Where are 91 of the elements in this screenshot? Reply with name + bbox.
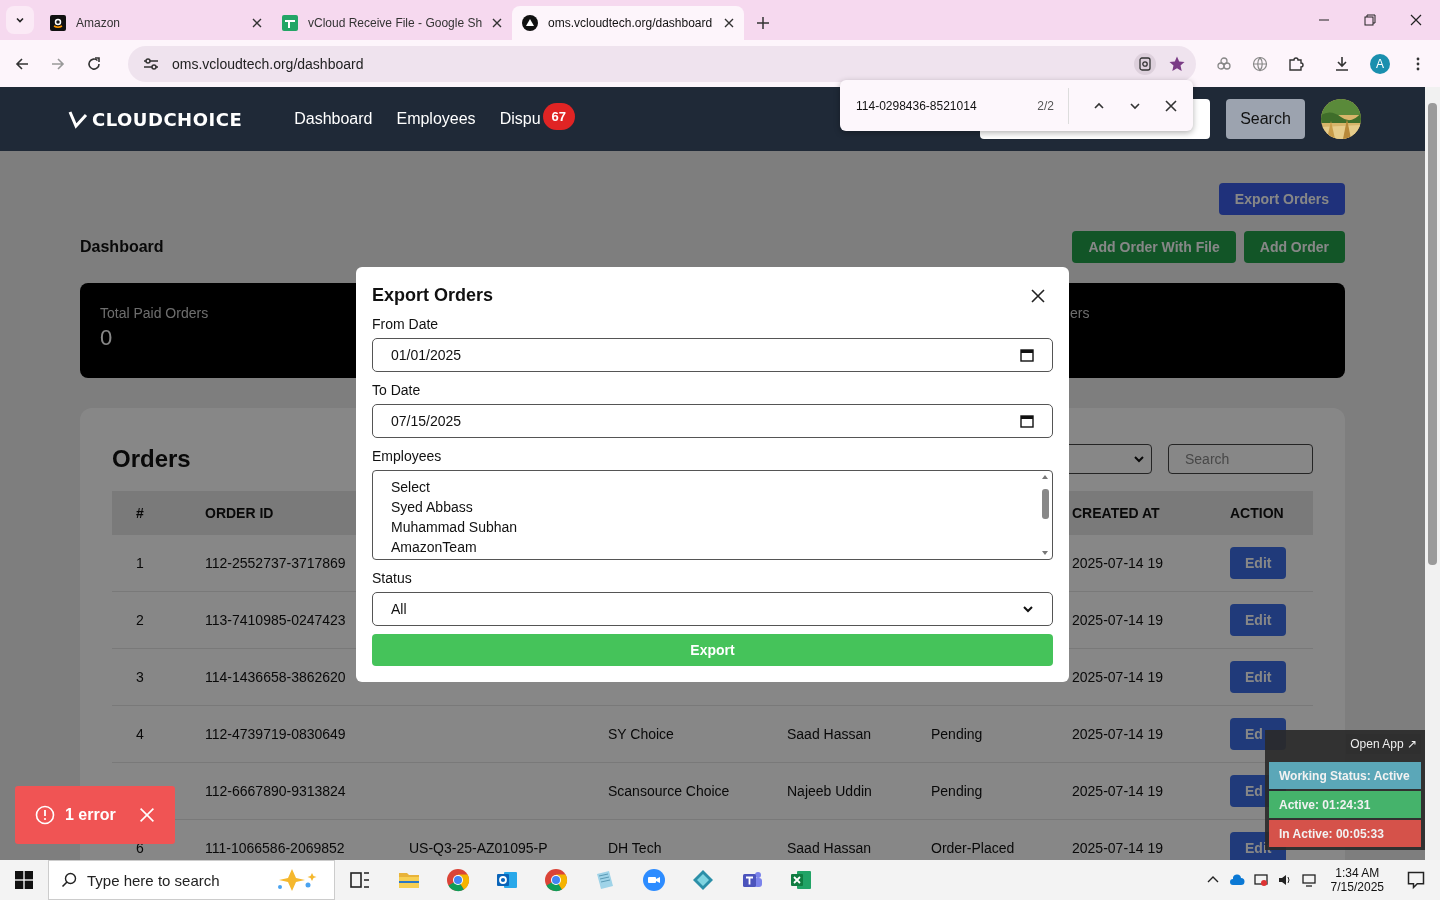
volume-icon[interactable] [1276,872,1293,888]
new-tab-icon[interactable] [756,16,771,30]
list-option[interactable]: Select [391,477,1040,497]
video-app-icon[interactable] [641,868,666,892]
chrome-icon[interactable] [445,868,470,892]
close-icon[interactable] [724,18,735,28]
search-button[interactable]: Search [1226,99,1305,139]
dialog-title: Export Orders [372,285,494,306]
date-field[interactable]: 01/01/2025 [372,338,1053,372]
puzzle-icon[interactable] [1288,55,1305,72]
toast-message: 1 error [65,806,117,824]
table-cell: Saad Hassan [763,706,907,763]
calendar-icon[interactable] [1020,348,1034,362]
table-cell: 2025-07-14 19 [1048,706,1206,763]
network-icon[interactable] [1252,872,1269,888]
clock-date[interactable]: 7/15/2025 [1330,880,1384,894]
table-cell: Scansource Choice [584,763,763,820]
nav-link[interactable]: Dashboard [294,110,373,128]
close-icon[interactable] [252,18,262,28]
amazon-tab-icon [50,15,66,31]
download-icon[interactable] [1334,55,1351,72]
scroll-down-icon[interactable] [1040,549,1050,557]
status-bar: In Active: 00:05:33 [1269,820,1421,847]
search-icon [61,872,77,888]
list-option[interactable]: AmazonTeam [391,537,1040,557]
status-bar: Active: 01:24:31 [1269,791,1421,818]
table-cell: 112-6667890-9313824 [181,763,385,820]
extension-icon[interactable] [1216,55,1233,72]
start-icon[interactable] [15,871,33,889]
taskbar-search-field[interactable]: Type here to search [48,860,335,900]
status-bar: Working Status: Active [1269,762,1421,789]
display-icon[interactable] [1300,872,1317,888]
clock-time[interactable]: 1:34 AM [1335,866,1380,880]
close-icon[interactable] [1165,99,1177,112]
triangle-tab-icon [522,15,539,31]
reload-icon[interactable] [86,55,102,72]
list-option[interactable]: Muhammad Subhan [391,517,1040,537]
section-title: Orders [112,445,191,473]
table-cell: 1 [112,535,181,592]
table-cell: 112-4739719-0830649 [181,706,385,763]
table-cell: 3 [112,649,181,706]
table-cell: 2 [112,592,181,649]
address-bar[interactable]: oms.vcloudtech.org/dashboard [128,45,1197,82]
browser-tab[interactable]: vCloud Receive File - Google Sh [272,6,513,40]
table-cell: 4 [112,706,181,763]
notifications-icon[interactable] [1406,870,1426,890]
stat-label: ers [1070,305,1091,321]
match-count: 2/2 [1037,87,1069,124]
chrome-icon[interactable] [543,868,568,892]
nav-link[interactable]: Employees [396,110,476,128]
column-header: # [112,491,181,535]
globe-icon[interactable] [1252,55,1269,72]
spreadsheet-tab-icon [282,15,298,31]
close-icon[interactable] [1031,288,1045,303]
count-badge: 67 [542,102,575,130]
browser-tab[interactable]: Amazon [40,6,272,40]
table-cell: SY Choice [584,706,763,763]
column-header: ACTION [1206,491,1313,535]
forward-icon[interactable] [50,55,66,72]
close-icon[interactable] [492,18,503,28]
page-title: Dashboard [80,238,164,256]
restore-icon[interactable] [1364,14,1376,26]
caret-icon[interactable] [15,15,25,25]
stat-value: 0 [100,325,114,351]
stat-label: Total Paid Orders [100,305,209,321]
cloud-icon[interactable] [1228,872,1245,888]
table-cell: Pending [907,706,1048,763]
field-label: From Date [372,316,440,332]
status-select[interactable]: All [372,592,1053,626]
caret-icon[interactable] [1022,603,1034,615]
alert-icon [35,805,55,825]
table-cell: 2025-07-14 19 [1048,763,1206,820]
field-label: To Date [372,382,422,398]
employee-listbox[interactable]: Select Syed Abbass Muhammad Subhan AmazonTeam [372,470,1053,560]
spreadsheet-app-icon[interactable] [788,868,813,892]
field-label: Employees [372,448,443,464]
logo-mark-icon [68,109,88,129]
calendar-icon[interactable] [1020,414,1034,428]
scroll-thumb[interactable] [1042,489,1049,519]
logo-text: CLOUDCHOICE [92,108,243,130]
nav-link[interactable]: Dispu [499,110,541,128]
table-cell: Pending [907,763,1048,820]
scroll-up-icon[interactable] [1040,473,1050,481]
date-field[interactable]: 07/15/2025 [372,404,1053,438]
profile-avatar[interactable]: A [1370,53,1390,74]
list-option[interactable]: Syed Abbass [391,497,1040,517]
find-field[interactable]: 114-0298436-8521014 [856,98,1024,113]
back-icon[interactable] [14,55,30,72]
close-icon[interactable] [1410,14,1422,26]
browser-tab[interactable]: oms.vcloudtech.org/dashboard [512,6,745,40]
table-cell: Najeeb Uddin [763,763,907,820]
